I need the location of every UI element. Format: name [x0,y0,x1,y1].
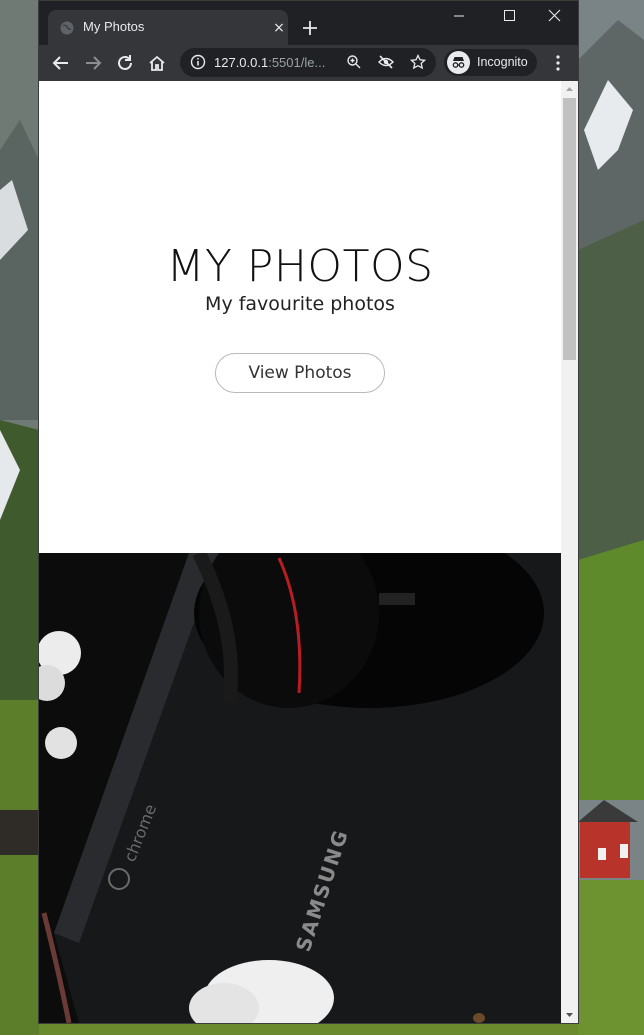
wallpaper-left-mountains [0,0,39,1035]
minimize-icon[interactable] [436,5,482,29]
reload-icon[interactable] [114,52,136,74]
scroll-thumb[interactable] [563,98,576,360]
incognito-glyph [452,57,465,68]
new-tab-icon[interactable] [298,16,322,40]
scroll-down-icon[interactable] [565,1010,574,1019]
zoom-icon[interactable] [346,54,362,70]
page-viewport: MY PHOTOS My favourite photos View Photo… [39,81,578,1023]
globe-icon [60,21,74,35]
incognito-label: Incognito [477,55,528,69]
tracking-protection-icon[interactable] [378,54,394,70]
info-icon[interactable] [190,54,206,70]
address-bar[interactable]: 127.0.0.1:5501/le... [180,48,436,77]
more-menu-icon[interactable] [547,52,569,74]
back-arrow-icon[interactable] [50,52,72,74]
home-icon[interactable] [146,52,168,74]
url-text[interactable]: 127.0.0.1:5501/le... [214,55,325,70]
page-subtitle: My favourite photos [205,293,395,315]
view-photos-button[interactable]: View Photos [215,353,385,393]
url-path: :5501/le... [268,55,326,70]
browser-window: My Photos × 127.0.0.1:5501/le... Incogni… [38,0,579,1024]
incognito-profile-button[interactable]: Incognito [444,49,537,76]
scroll-up-icon[interactable] [565,85,574,94]
url-host: 127.0.0.1 [214,55,269,70]
tab-my-photos[interactable]: My Photos × [48,10,288,45]
wallpaper-right-mountains [578,0,644,1035]
maximize-icon[interactable] [486,5,532,29]
close-window-icon[interactable] [532,5,578,29]
forward-arrow-icon[interactable] [82,52,104,74]
page-title: MY PHOTOS [166,241,434,292]
bookmark-star-icon[interactable] [410,54,426,70]
page-scrollbar[interactable] [561,81,578,1023]
camera-laptop-photo: chrome SAMSUNG [39,553,561,1023]
title-bar: My Photos × [39,1,578,45]
incognito-icon [447,51,470,74]
close-tab-icon[interactable]: × [270,19,288,37]
tab-title: My Photos [83,19,145,34]
browser-toolbar: 127.0.0.1:5501/le... Incognito [39,45,578,81]
hero-photo: chrome SAMSUNG [39,553,561,1023]
hero-section: MY PHOTOS My favourite photos View Photo… [39,81,561,553]
